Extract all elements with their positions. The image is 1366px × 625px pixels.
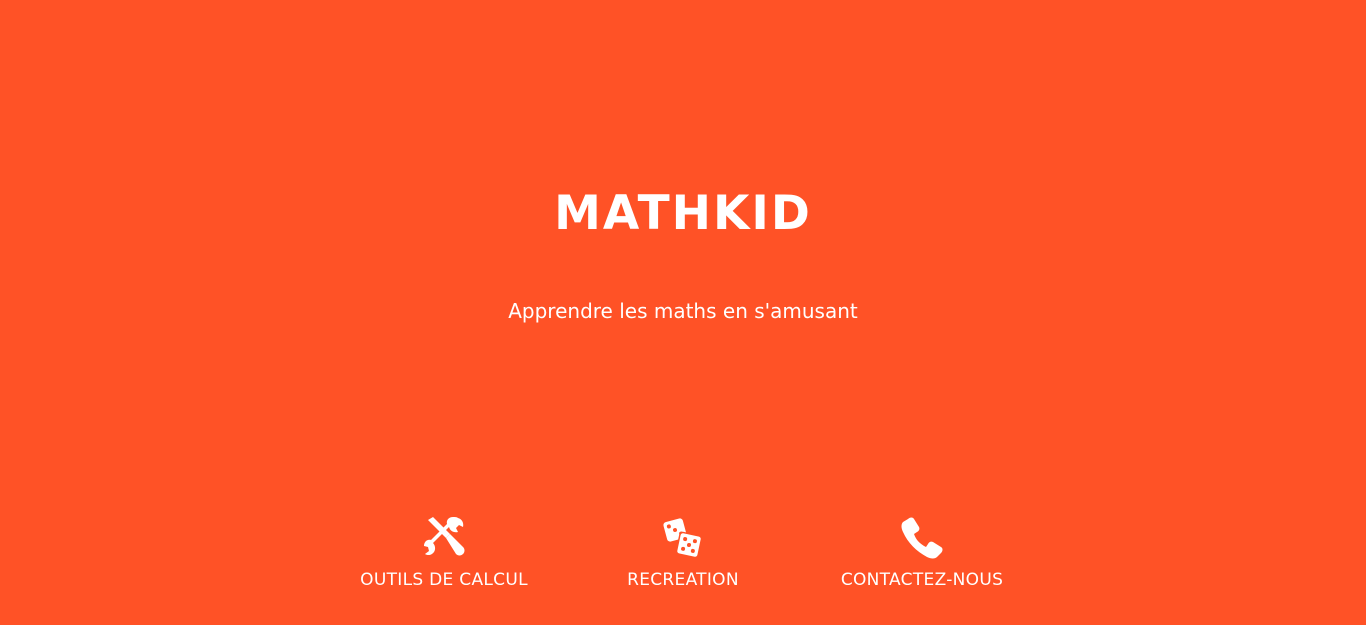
site-title: MATHKID xyxy=(554,186,812,241)
nav-item-contact[interactable]: CONTACTEZ-NOUS xyxy=(802,514,1042,590)
nav-label-contact: CONTACTEZ-NOUS xyxy=(840,570,1004,590)
phone-icon xyxy=(900,514,944,560)
dice-icon xyxy=(661,514,705,560)
nav-label-tools: OUTILS DE CALCUL xyxy=(360,570,528,590)
nav-item-recreation[interactable]: RECREATION xyxy=(563,514,803,590)
tools-icon xyxy=(422,514,466,560)
main-navigation: OUTILS DE CALCUL RECREATION CONTACTEZ-NO… xyxy=(0,514,1366,604)
nav-label-recreation: RECREATION xyxy=(627,570,739,590)
nav-item-tools[interactable]: OUTILS DE CALCUL xyxy=(324,514,564,590)
site-tagline: Apprendre les maths en s'amusant xyxy=(508,299,858,323)
hero-section: MATHKID Apprendre les maths en s'amusant… xyxy=(0,0,1366,625)
